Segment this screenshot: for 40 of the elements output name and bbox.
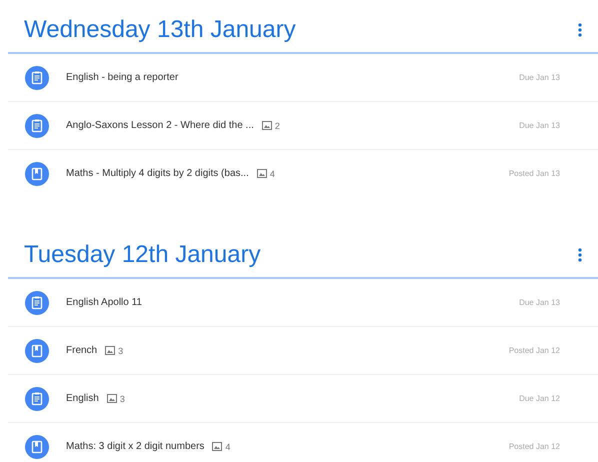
classwork-row[interactable]: English 3 Due Jan 12 (8, 375, 598, 423)
assignment-icon (25, 114, 49, 138)
attachment-icon (262, 121, 272, 130)
item-date: Posted Jan 12 (508, 346, 560, 355)
day-heading: Wednesday 13th January (24, 16, 296, 44)
item-date: Due Jan 13 (519, 73, 560, 82)
item-date: Due Jan 12 (519, 394, 560, 403)
item-title: English - being a reporter (66, 72, 178, 83)
material-icon (25, 434, 49, 458)
attachment-count: 4 (270, 168, 275, 178)
classwork-row[interactable]: Anglo-Saxons Lesson 2 - Where did the ... 2 Due Jan 13 (8, 102, 598, 150)
assignment-icon (25, 66, 49, 90)
item-title: English Apollo 11 (66, 297, 142, 308)
classwork-row[interactable]: Maths - Multiply 4 digits by 2 digits (bas... 4 Posted Jan 13 (8, 150, 598, 197)
item-date: Due Jan 13 (519, 121, 560, 130)
material-icon (25, 338, 49, 362)
item-title: French (66, 345, 98, 356)
classwork-row[interactable]: Maths: 3 digit x 2 digit numbers 4 Posted Jan 12 (8, 423, 598, 462)
classwork-row[interactable]: French 3 Posted Jan 12 (8, 327, 598, 375)
attachment-count: 2 (274, 120, 280, 130)
item-date: Posted Jan 13 (508, 169, 560, 178)
attachment-icon (105, 346, 116, 355)
attachment-count: 4 (225, 442, 230, 452)
item-title: Maths - Multiply 4 digits by 2 digits (bas... (66, 168, 249, 179)
material-icon (25, 162, 49, 186)
attachment-count: 3 (120, 394, 125, 404)
attachment-icon (256, 169, 267, 178)
item-date: Due Jan 13 (519, 298, 560, 307)
attachment-count: 3 (118, 346, 124, 356)
assignment-icon (25, 290, 49, 314)
day-heading: Tuesday 12th January (24, 241, 261, 269)
item-title: Anglo-Saxons Lesson 2 - Where did the ... (66, 120, 254, 131)
assignment-icon (25, 386, 49, 410)
classwork-row[interactable]: English Apollo 11 Due Jan 13 (8, 279, 598, 327)
classwork-row[interactable]: English - being a reporter Due Jan 13 (8, 54, 598, 102)
attachment-icon (106, 394, 117, 403)
item-date: Posted Jan 12 (508, 442, 560, 451)
attachment-icon (212, 442, 222, 451)
item-title: English (66, 393, 99, 404)
item-title: Maths: 3 digit x 2 digit numbers (66, 441, 204, 452)
